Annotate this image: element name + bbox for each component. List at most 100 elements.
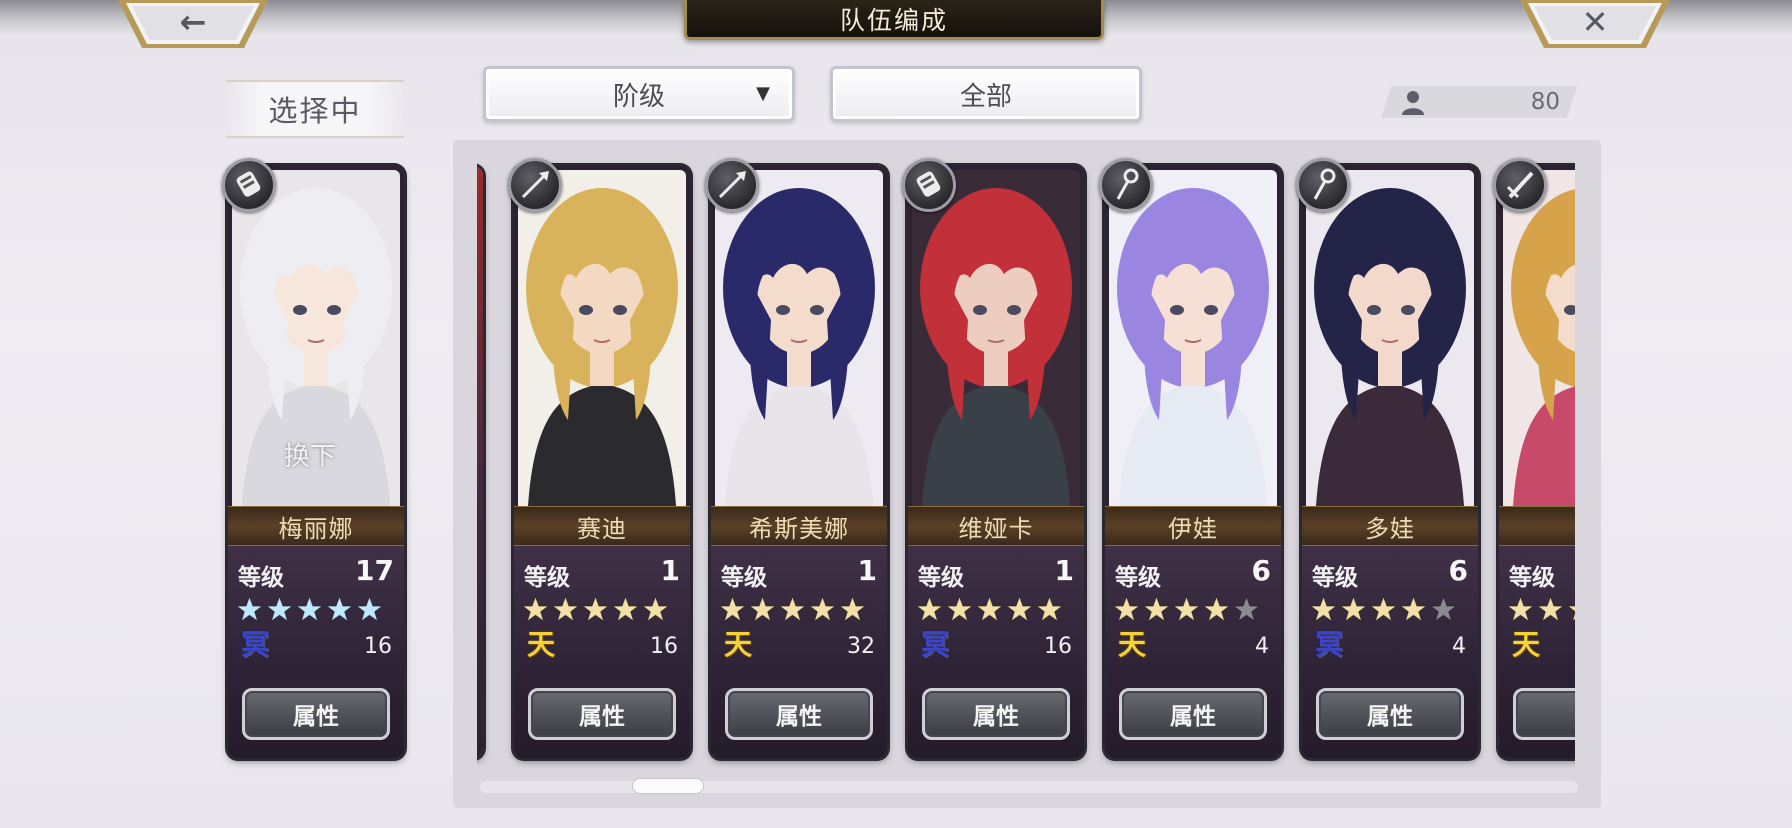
close-button[interactable]: ✕ <box>1520 0 1670 50</box>
card-stats: 等级 1 天 32 属性 <box>711 546 887 758</box>
roster-scroll-thumb[interactable] <box>632 778 704 794</box>
level-value: 1 <box>857 554 877 587</box>
star-icon <box>356 596 383 622</box>
star-icon <box>1233 596 1260 622</box>
character-card[interactable]: 希斯美娜等级 1 天 32 属性 <box>705 158 887 758</box>
rank-badge-icon: 天 <box>526 628 555 661</box>
rank-badge-icon: 天 <box>1511 628 1540 661</box>
character-card[interactable]: 多娃 等级 6 冥 4 属性 <box>1296 158 1478 758</box>
card-art <box>1503 170 1575 506</box>
back-button[interactable]: ← <box>118 0 268 50</box>
rank-badge-icon: 冥 <box>1314 628 1343 661</box>
character-portrait <box>715 170 883 506</box>
star-icon <box>809 596 836 622</box>
character-name: 多娃 <box>1302 506 1478 546</box>
star-icon <box>916 596 943 622</box>
star-icon <box>1173 596 1200 622</box>
star-icon <box>749 596 776 622</box>
character-name: 赛迪 <box>514 506 690 546</box>
character-name: 梅丽娜 <box>228 506 404 546</box>
cost-value: 4 <box>1452 634 1466 659</box>
cost-value: 16 <box>650 634 678 659</box>
star-icon <box>1006 596 1033 622</box>
star-rating <box>719 596 866 623</box>
card-stats: 等级天属 <box>1499 546 1575 758</box>
rank-badge-icon: 天 <box>1117 628 1146 661</box>
sword-icon <box>1493 158 1547 212</box>
star-icon <box>552 596 579 622</box>
gauntlet-icon <box>902 158 956 212</box>
member-count: 80 <box>1400 86 1560 118</box>
star-icon <box>779 596 806 622</box>
card-stats: 等级 6 冥 4 属性 <box>1302 546 1478 758</box>
star-rating <box>1507 596 1575 623</box>
character-name: 米 <box>1499 506 1575 546</box>
attribute-button[interactable]: 属性 <box>1119 688 1267 740</box>
attribute-button[interactable]: 属性 <box>1316 688 1464 740</box>
card-art <box>1306 170 1474 506</box>
rank-filter-label: 阶级 <box>612 81 665 112</box>
card-art <box>1109 170 1277 506</box>
star-icon <box>612 596 639 622</box>
rank-filter-dropdown[interactable]: 阶级 ▼ <box>483 66 795 122</box>
star-icon <box>296 596 323 622</box>
rank-badge-icon: 冥 <box>240 628 269 661</box>
character-card-partial[interactable] <box>477 166 483 758</box>
character-card[interactable]: 赛迪 等级 1 天 16 属性 <box>508 158 690 758</box>
star-icon <box>1143 596 1170 622</box>
person-icon <box>1402 91 1424 115</box>
character-name: 希斯美娜 <box>711 506 887 546</box>
cost-value: 4 <box>1255 634 1269 659</box>
star-icon <box>236 596 263 622</box>
staff-icon <box>1099 158 1153 212</box>
attribute-button[interactable]: 属性 <box>242 688 390 740</box>
rank-badge-icon: 冥 <box>920 628 949 661</box>
level-value: 1 <box>660 554 680 587</box>
character-portrait <box>1109 170 1277 506</box>
attribute-button[interactable]: 属 <box>1513 688 1575 740</box>
star-icon <box>266 596 293 622</box>
character-portrait <box>518 170 686 506</box>
card-stats: 等级 6 天 4 属性 <box>1105 546 1281 758</box>
cost-value: 16 <box>364 634 392 659</box>
star-icon <box>1400 596 1427 622</box>
star-icon <box>582 596 609 622</box>
star-icon <box>1203 596 1230 622</box>
star-rating <box>1113 596 1260 623</box>
character-portrait <box>1503 170 1575 506</box>
all-filter-label: 全部 <box>959 81 1012 112</box>
attribute-button[interactable]: 属性 <box>725 688 873 740</box>
cost-value: 16 <box>1044 634 1072 659</box>
attribute-button[interactable]: 属性 <box>528 688 676 740</box>
member-count-value: 80 <box>1530 89 1560 115</box>
selected-character-card[interactable]: 换下 梅丽娜 等级 17 冥 16 属性 <box>222 158 404 758</box>
star-icon <box>1430 596 1457 622</box>
chevron-down-icon: ▼ <box>756 83 770 104</box>
character-name: 伊娃 <box>1105 506 1281 546</box>
level-value: 17 <box>355 554 394 587</box>
rank-badge-icon: 天 <box>723 628 752 661</box>
level-label: 等级 <box>721 565 767 591</box>
character-card[interactable]: 维娅卡 等级 1 冥 16 属性 <box>902 158 1084 758</box>
character-portrait <box>912 170 1080 506</box>
star-icon <box>642 596 669 622</box>
roster-list[interactable]: 赛迪 等级 1 天 16 属性 希斯美娜 等级 1 天 32 属性 维娅卡 等级 1 冥 16 属性 伊娃 等级 6 天 4… <box>477 150 1575 770</box>
cost-value: 32 <box>847 634 875 659</box>
level-value: 6 <box>1251 554 1271 587</box>
attribute-button[interactable]: 属性 <box>922 688 1070 740</box>
card-art <box>715 170 883 506</box>
star-rating <box>522 596 669 623</box>
card-art <box>912 170 1080 506</box>
swap-out-label[interactable]: 换下 <box>284 436 336 473</box>
character-name: 维娅卡 <box>908 506 1084 546</box>
level-label: 等级 <box>1509 565 1555 591</box>
star-icon <box>946 596 973 622</box>
all-filter-button[interactable]: 全部 <box>830 66 1142 122</box>
spear-icon <box>705 158 759 212</box>
selected-label: 选择中 <box>226 80 404 138</box>
card-art <box>518 170 686 506</box>
character-card[interactable]: 伊娃 等级 6 天 4 属性 <box>1099 158 1281 758</box>
character-card[interactable]: 米等级天属 <box>1493 158 1575 758</box>
level-label: 等级 <box>1312 565 1358 591</box>
staff-icon <box>1296 158 1350 212</box>
